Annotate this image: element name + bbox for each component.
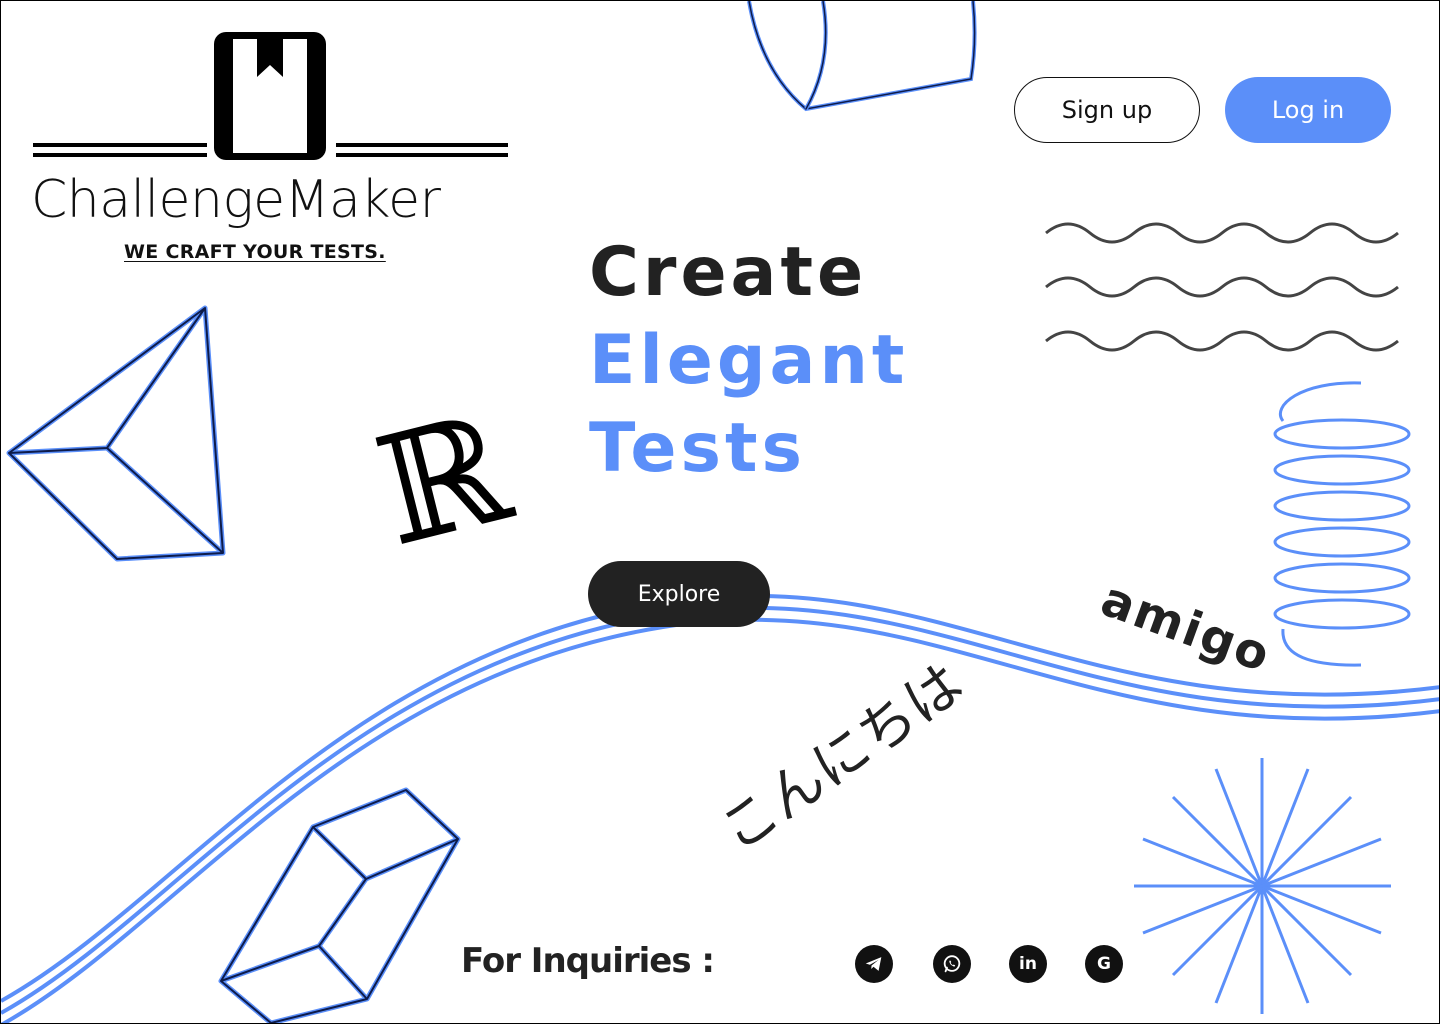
telegram-icon-glyph — [865, 957, 882, 971]
brand-name: ChallengeMaker — [31, 170, 441, 230]
hero-line-create: Create — [589, 233, 868, 312]
whatsapp-icon[interactable] — [933, 945, 971, 983]
explore-button[interactable]: Explore — [588, 561, 770, 627]
linkedin-glyph: in — [1019, 954, 1037, 974]
hero-line-elegant: Elegant — [589, 321, 909, 400]
squiggle-lines — [1045, 222, 1399, 352]
landing-page: ChallengeMaker WE CRAFT YOUR TESTS. Sign… — [0, 0, 1440, 1024]
hero-line-tests: Tests — [589, 409, 806, 488]
starburst — [1134, 758, 1391, 1014]
google-icon[interactable]: G — [1085, 945, 1123, 983]
book-bookmark-icon — [33, 32, 508, 160]
brand-tagline: WE CRAFT YOUR TESTS. — [124, 241, 386, 263]
hero-heading: Create Elegant Tests — [589, 229, 908, 493]
prism-shape — [6, 305, 226, 562]
signup-button[interactable]: Sign up — [1014, 77, 1200, 143]
inquiries-label: For Inquiries : — [461, 941, 715, 981]
linkedin-icon[interactable]: in — [1009, 945, 1047, 983]
whatsapp-icon-glyph — [943, 955, 961, 973]
spring-coil — [1273, 381, 1411, 667]
google-glyph: G — [1097, 954, 1111, 974]
brand-logo[interactable]: ChallengeMaker WE CRAFT YOUR TESTS. — [31, 31, 511, 281]
telegram-icon[interactable] — [855, 945, 893, 983]
cylinder-shape — [747, 1, 977, 112]
login-button[interactable]: Log in — [1225, 77, 1391, 143]
